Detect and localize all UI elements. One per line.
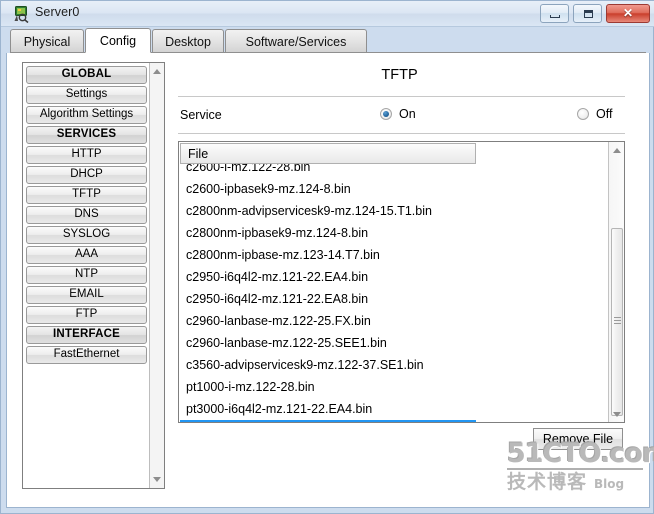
file-column-header[interactable]: File [180, 143, 476, 164]
window-titlebar[interactable]: Server0 ✕ [1, 1, 654, 27]
file-list-item[interactable]: c2800nm-advipservicesk9-mz.124-15.T1.bin [180, 200, 476, 222]
divider-top [178, 96, 625, 97]
sidebar-item-label: Settings [65, 88, 108, 101]
sidebar-item-label: INTERFACE [53, 328, 120, 341]
window-title: Server0 [35, 5, 80, 19]
sidebar-item-label: DHCP [70, 168, 103, 181]
service-label: Service [180, 108, 222, 122]
tab-physical-label: Physical [23, 34, 71, 49]
tab-software-services[interactable]: Software/Services [225, 29, 367, 53]
service-off-label: Off [596, 107, 613, 121]
sidebar-item-global: GLOBAL [26, 66, 147, 84]
file-list-item[interactable]: c2600-ipbasek9-mz.124-8.bin [180, 178, 476, 200]
radio-unselected-icon [577, 108, 589, 120]
sidebar-item-email[interactable]: EMAIL [26, 286, 147, 304]
file-list-item[interactable]: c3560-advipservicesk9-mz.122-37.SE1.bin [180, 354, 476, 376]
file-list-scrollbar[interactable] [608, 142, 624, 422]
sidebar-item-dhcp[interactable]: DHCP [26, 166, 147, 184]
page-title: TFTP [381, 67, 418, 83]
config-sidebar: GLOBAL Settings Algorithm Settings SERVICES… [22, 62, 165, 489]
window-control-buttons: ✕ [540, 4, 650, 23]
sidebar-item-aaa[interactable]: AAA [26, 246, 147, 264]
scrollbar-grip-icon [614, 317, 621, 326]
sidebar-item-label: EMAIL [69, 288, 104, 301]
sidebar-item-label: SYSLOG [62, 228, 111, 241]
sidebar-item-label: Algorithm Settings [39, 108, 134, 121]
sidebar-item-label: FTP [75, 308, 98, 321]
sidebar-item-services: SERVICES [26, 126, 147, 144]
sidebar-item-label: NTP [75, 268, 98, 281]
sidebar-item-http[interactable]: HTTP [26, 146, 147, 164]
config-content-panel: GLOBAL Settings Algorithm Settings SERVICES… [6, 53, 650, 508]
sidebar-scroll-down-button[interactable] [150, 472, 164, 487]
maximize-button[interactable] [573, 4, 602, 23]
tab-config[interactable]: Config [85, 28, 151, 53]
scroll-up-arrow-icon [612, 147, 621, 153]
file-list-item[interactable]: c2800nm-ipbase-mz.123-14.T7.bin [180, 244, 476, 266]
file-list-item[interactable]: c2950-i6q4l2-mz.121-22.EA8.bin [180, 288, 476, 310]
service-on-label: On [399, 107, 416, 121]
sidebar-scrollbar[interactable] [149, 63, 164, 488]
tftp-settings-pane: TFTP Service On Off File c2600-i-mz.122-… [172, 53, 649, 508]
sidebar-item-ntp[interactable]: NTP [26, 266, 147, 284]
minimize-icon [550, 15, 560, 18]
sidebar-item-list: GLOBAL Settings Algorithm Settings SERVICES… [23, 63, 150, 366]
close-button[interactable]: ✕ [606, 4, 650, 23]
sidebar-item-label: SERVICES [56, 128, 117, 141]
scroll-up-arrow-icon [153, 69, 161, 74]
file-list-scroll-down-button[interactable] [609, 406, 624, 422]
service-off-radio[interactable]: Off [577, 107, 612, 121]
maximize-icon [584, 10, 593, 18]
sidebar-item-label: GLOBAL [61, 68, 112, 81]
packet-tracer-device-window: Server0 ✕ Physical Config Desktop Softwa… [0, 0, 654, 514]
sidebar-item-label: TFTP [72, 188, 101, 201]
tab-software-services-label: Software/Services [245, 34, 347, 49]
close-icon: ✕ [622, 6, 634, 20]
sidebar-item-tftp[interactable]: TFTP [26, 186, 147, 204]
file-list-item[interactable]: Router-confg [180, 420, 476, 422]
file-list-rows: c2600-i-mz.122-28.bin c2600-ipbasek9-mz.1… [180, 156, 610, 422]
service-row: Service On Off [172, 105, 627, 129]
sidebar-scroll-up-button[interactable] [150, 64, 164, 79]
file-list-item[interactable]: c2960-lanbase-mz.122-25.SEE1.bin [180, 332, 476, 354]
file-list-container: File c2600-i-mz.122-28.bin c2600-ipbasek9… [178, 141, 625, 423]
sidebar-item-label: HTTP [71, 148, 102, 161]
sidebar-item-settings[interactable]: Settings [26, 86, 147, 104]
divider-bottom [178, 133, 625, 134]
file-list-item[interactable]: pt1000-i-mz.122-28.bin [180, 376, 476, 398]
sidebar-item-label: FastEthernet [53, 348, 120, 361]
sidebar-item-interface: INTERFACE [26, 326, 147, 344]
minimize-button[interactable] [540, 4, 569, 23]
file-list-item[interactable]: pt3000-i6q4l2-mz.121-22.EA4.bin [180, 398, 476, 420]
tab-desktop[interactable]: Desktop [152, 29, 224, 53]
sidebar-item-fastethernet[interactable]: FastEthernet [26, 346, 147, 364]
sidebar-item-label: DNS [74, 208, 99, 221]
scroll-down-arrow-icon [153, 477, 161, 482]
service-on-radio[interactable]: On [380, 107, 416, 121]
file-list-scroll-up-button[interactable] [609, 142, 624, 158]
sidebar-item-label: AAA [74, 248, 98, 261]
sidebar-item-syslog[interactable]: SYSLOG [26, 226, 147, 244]
sidebar-item-dns[interactable]: DNS [26, 206, 147, 224]
sidebar-item-algorithm-settings[interactable]: Algorithm Settings [26, 106, 147, 124]
file-list-scroll-thumb[interactable] [611, 228, 623, 416]
remove-file-button[interactable]: Remove File [533, 428, 623, 450]
file-list-item[interactable]: c2800nm-ipbasek9-mz.124-8.bin [180, 222, 476, 244]
sidebar-item-ftp[interactable]: FTP [26, 306, 147, 324]
tab-desktop-label: Desktop [165, 34, 211, 49]
tab-bar: Physical Config Desktop Software/Service… [10, 28, 650, 53]
file-list-item[interactable]: c2960-lanbase-mz.122-25.FX.bin [180, 310, 476, 332]
tab-physical[interactable]: Physical [10, 29, 84, 53]
radio-selected-icon [380, 108, 392, 120]
tab-config-label: Config [99, 33, 137, 48]
scroll-down-arrow-icon [612, 411, 621, 417]
server-device-icon [12, 5, 30, 24]
file-list-item[interactable]: c2950-i6q4l2-mz.121-22.EA4.bin [180, 266, 476, 288]
